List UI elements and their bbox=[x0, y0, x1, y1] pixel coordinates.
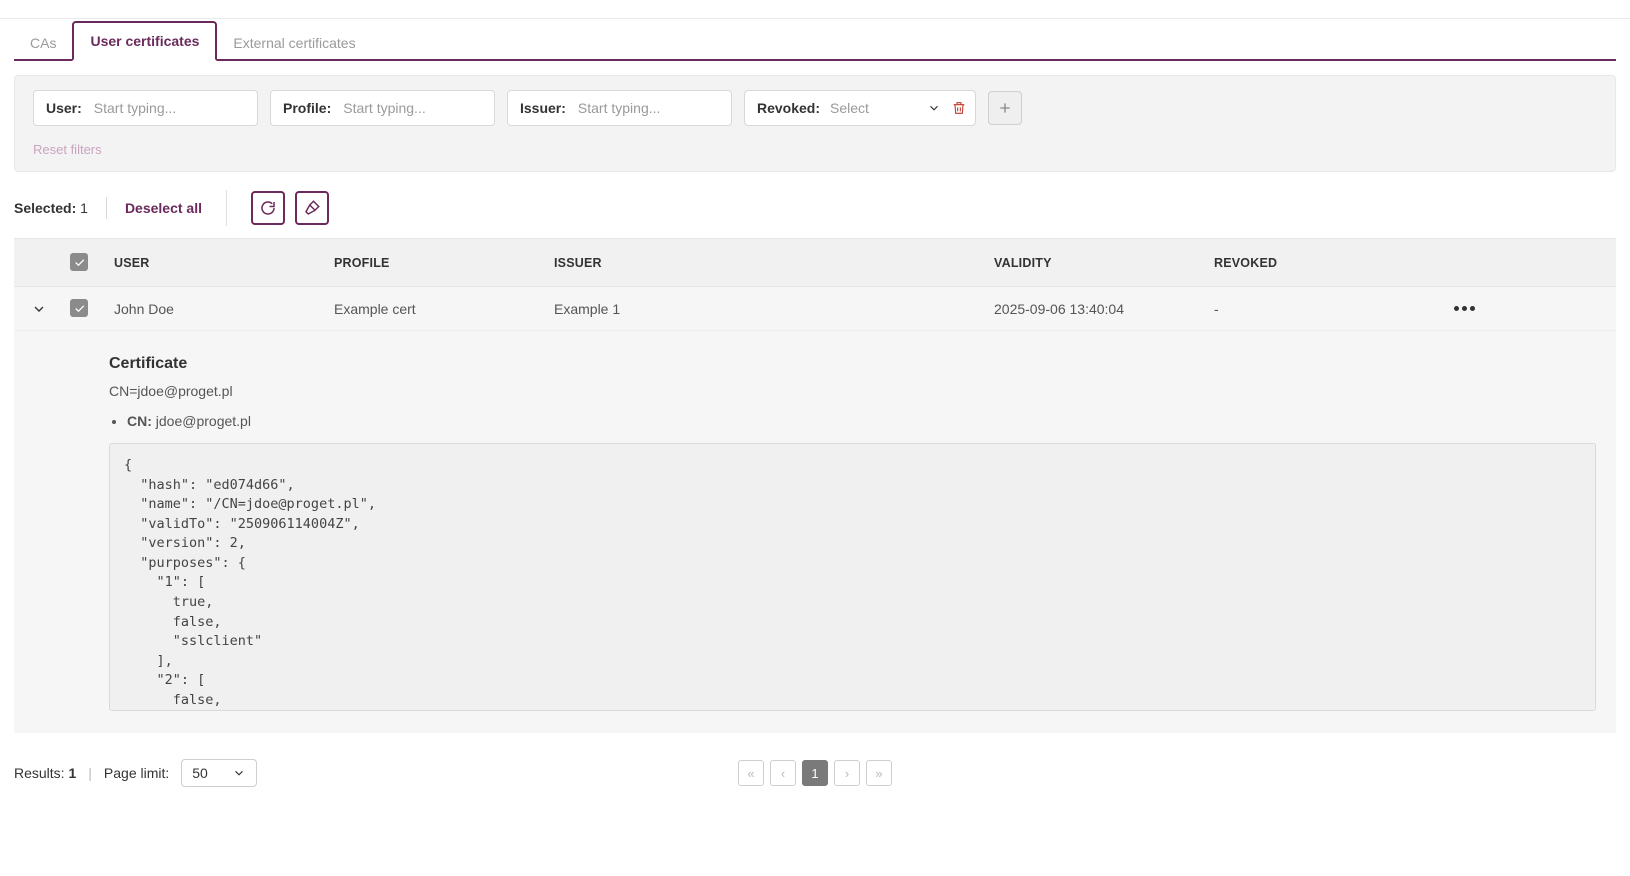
filter-user-input[interactable] bbox=[92, 99, 277, 117]
divider bbox=[106, 197, 107, 219]
tabs: CAs User certificates External certifica… bbox=[14, 19, 1616, 61]
certificate-json[interactable]: { "hash": "ed074d66", "name": "/CN=jdoe@… bbox=[109, 443, 1596, 711]
certificates-table: USER PROFILE ISSUER VALIDITY REVOKED Joh… bbox=[14, 238, 1616, 733]
refresh-button[interactable] bbox=[251, 191, 285, 225]
divider bbox=[226, 190, 227, 226]
add-filter-button[interactable] bbox=[988, 91, 1022, 125]
tab-user-certificates[interactable]: User certificates bbox=[72, 21, 217, 61]
cell-issuer: Example 1 bbox=[554, 301, 994, 317]
row-actions-menu[interactable] bbox=[1434, 306, 1494, 311]
tab-external-certificates[interactable]: External certificates bbox=[217, 25, 371, 61]
broom-button[interactable] bbox=[295, 191, 329, 225]
cell-revoked: - bbox=[1214, 301, 1434, 317]
page-limit-label: Page limit: bbox=[104, 765, 169, 781]
filter-revoked-label: Revoked: bbox=[757, 100, 820, 116]
col-issuer[interactable]: ISSUER bbox=[554, 256, 994, 270]
pagination: « ‹ 1 › » bbox=[738, 760, 892, 786]
filter-bar: User: Profile: Issuer: bbox=[14, 75, 1616, 172]
selection-bar: Selected: 1 Deselect all bbox=[14, 172, 1616, 238]
page-prev[interactable]: ‹ bbox=[770, 760, 796, 786]
divider: | bbox=[88, 765, 92, 781]
detail-dn: CN=jdoe@proget.pl bbox=[109, 383, 1596, 399]
col-validity[interactable]: VALIDITY bbox=[994, 256, 1214, 270]
row-detail: Certificate CN=jdoe@proget.pl CN: jdoe@p… bbox=[14, 331, 1616, 733]
row-expand-toggle[interactable] bbox=[14, 301, 64, 317]
cell-profile: Example cert bbox=[334, 301, 554, 317]
filter-issuer-label: Issuer: bbox=[520, 100, 566, 116]
deselect-all-button[interactable]: Deselect all bbox=[125, 200, 202, 216]
page-number[interactable]: 1 bbox=[802, 760, 828, 786]
page-next[interactable]: › bbox=[834, 760, 860, 786]
filter-user-label: User: bbox=[46, 100, 82, 116]
row-checkbox[interactable] bbox=[70, 299, 88, 317]
page-first[interactable]: « bbox=[738, 760, 764, 786]
page-last[interactable]: » bbox=[866, 760, 892, 786]
page-limit-select[interactable]: 50 bbox=[181, 759, 257, 787]
detail-title: Certificate bbox=[109, 355, 1596, 373]
selected-count: Selected: 1 bbox=[14, 200, 88, 216]
table-header: USER PROFILE ISSUER VALIDITY REVOKED bbox=[14, 239, 1616, 287]
col-user[interactable]: USER bbox=[114, 256, 334, 270]
filter-profile-label: Profile: bbox=[283, 100, 331, 116]
filter-issuer-input[interactable] bbox=[576, 99, 761, 117]
col-profile[interactable]: PROFILE bbox=[334, 256, 554, 270]
tab-cas[interactable]: CAs bbox=[14, 25, 72, 61]
table-row[interactable]: John Doe Example cert Example 1 2025-09-… bbox=[14, 287, 1616, 331]
select-all-checkbox[interactable] bbox=[70, 253, 88, 271]
filter-user: User: bbox=[33, 90, 258, 126]
reset-filters-link[interactable]: Reset filters bbox=[33, 142, 102, 163]
filter-revoked-placeholder: Select bbox=[830, 100, 917, 116]
table-footer: Results: 1 | Page limit: 50 « ‹ 1 › » bbox=[14, 759, 1616, 787]
chevron-down-icon bbox=[927, 101, 941, 115]
detail-cn: CN: jdoe@proget.pl bbox=[127, 413, 1596, 429]
cell-user: John Doe bbox=[114, 301, 334, 317]
filter-issuer: Issuer: bbox=[507, 90, 732, 126]
trash-icon[interactable] bbox=[951, 100, 967, 116]
chevron-down-icon bbox=[232, 766, 246, 780]
cell-validity: 2025-09-06 13:40:04 bbox=[994, 301, 1214, 317]
col-revoked[interactable]: REVOKED bbox=[1214, 256, 1434, 270]
results-count: Results: 1 bbox=[14, 765, 76, 781]
filter-profile-input[interactable] bbox=[341, 99, 526, 117]
filter-revoked[interactable]: Revoked: Select bbox=[744, 90, 976, 126]
filter-profile: Profile: bbox=[270, 90, 495, 126]
